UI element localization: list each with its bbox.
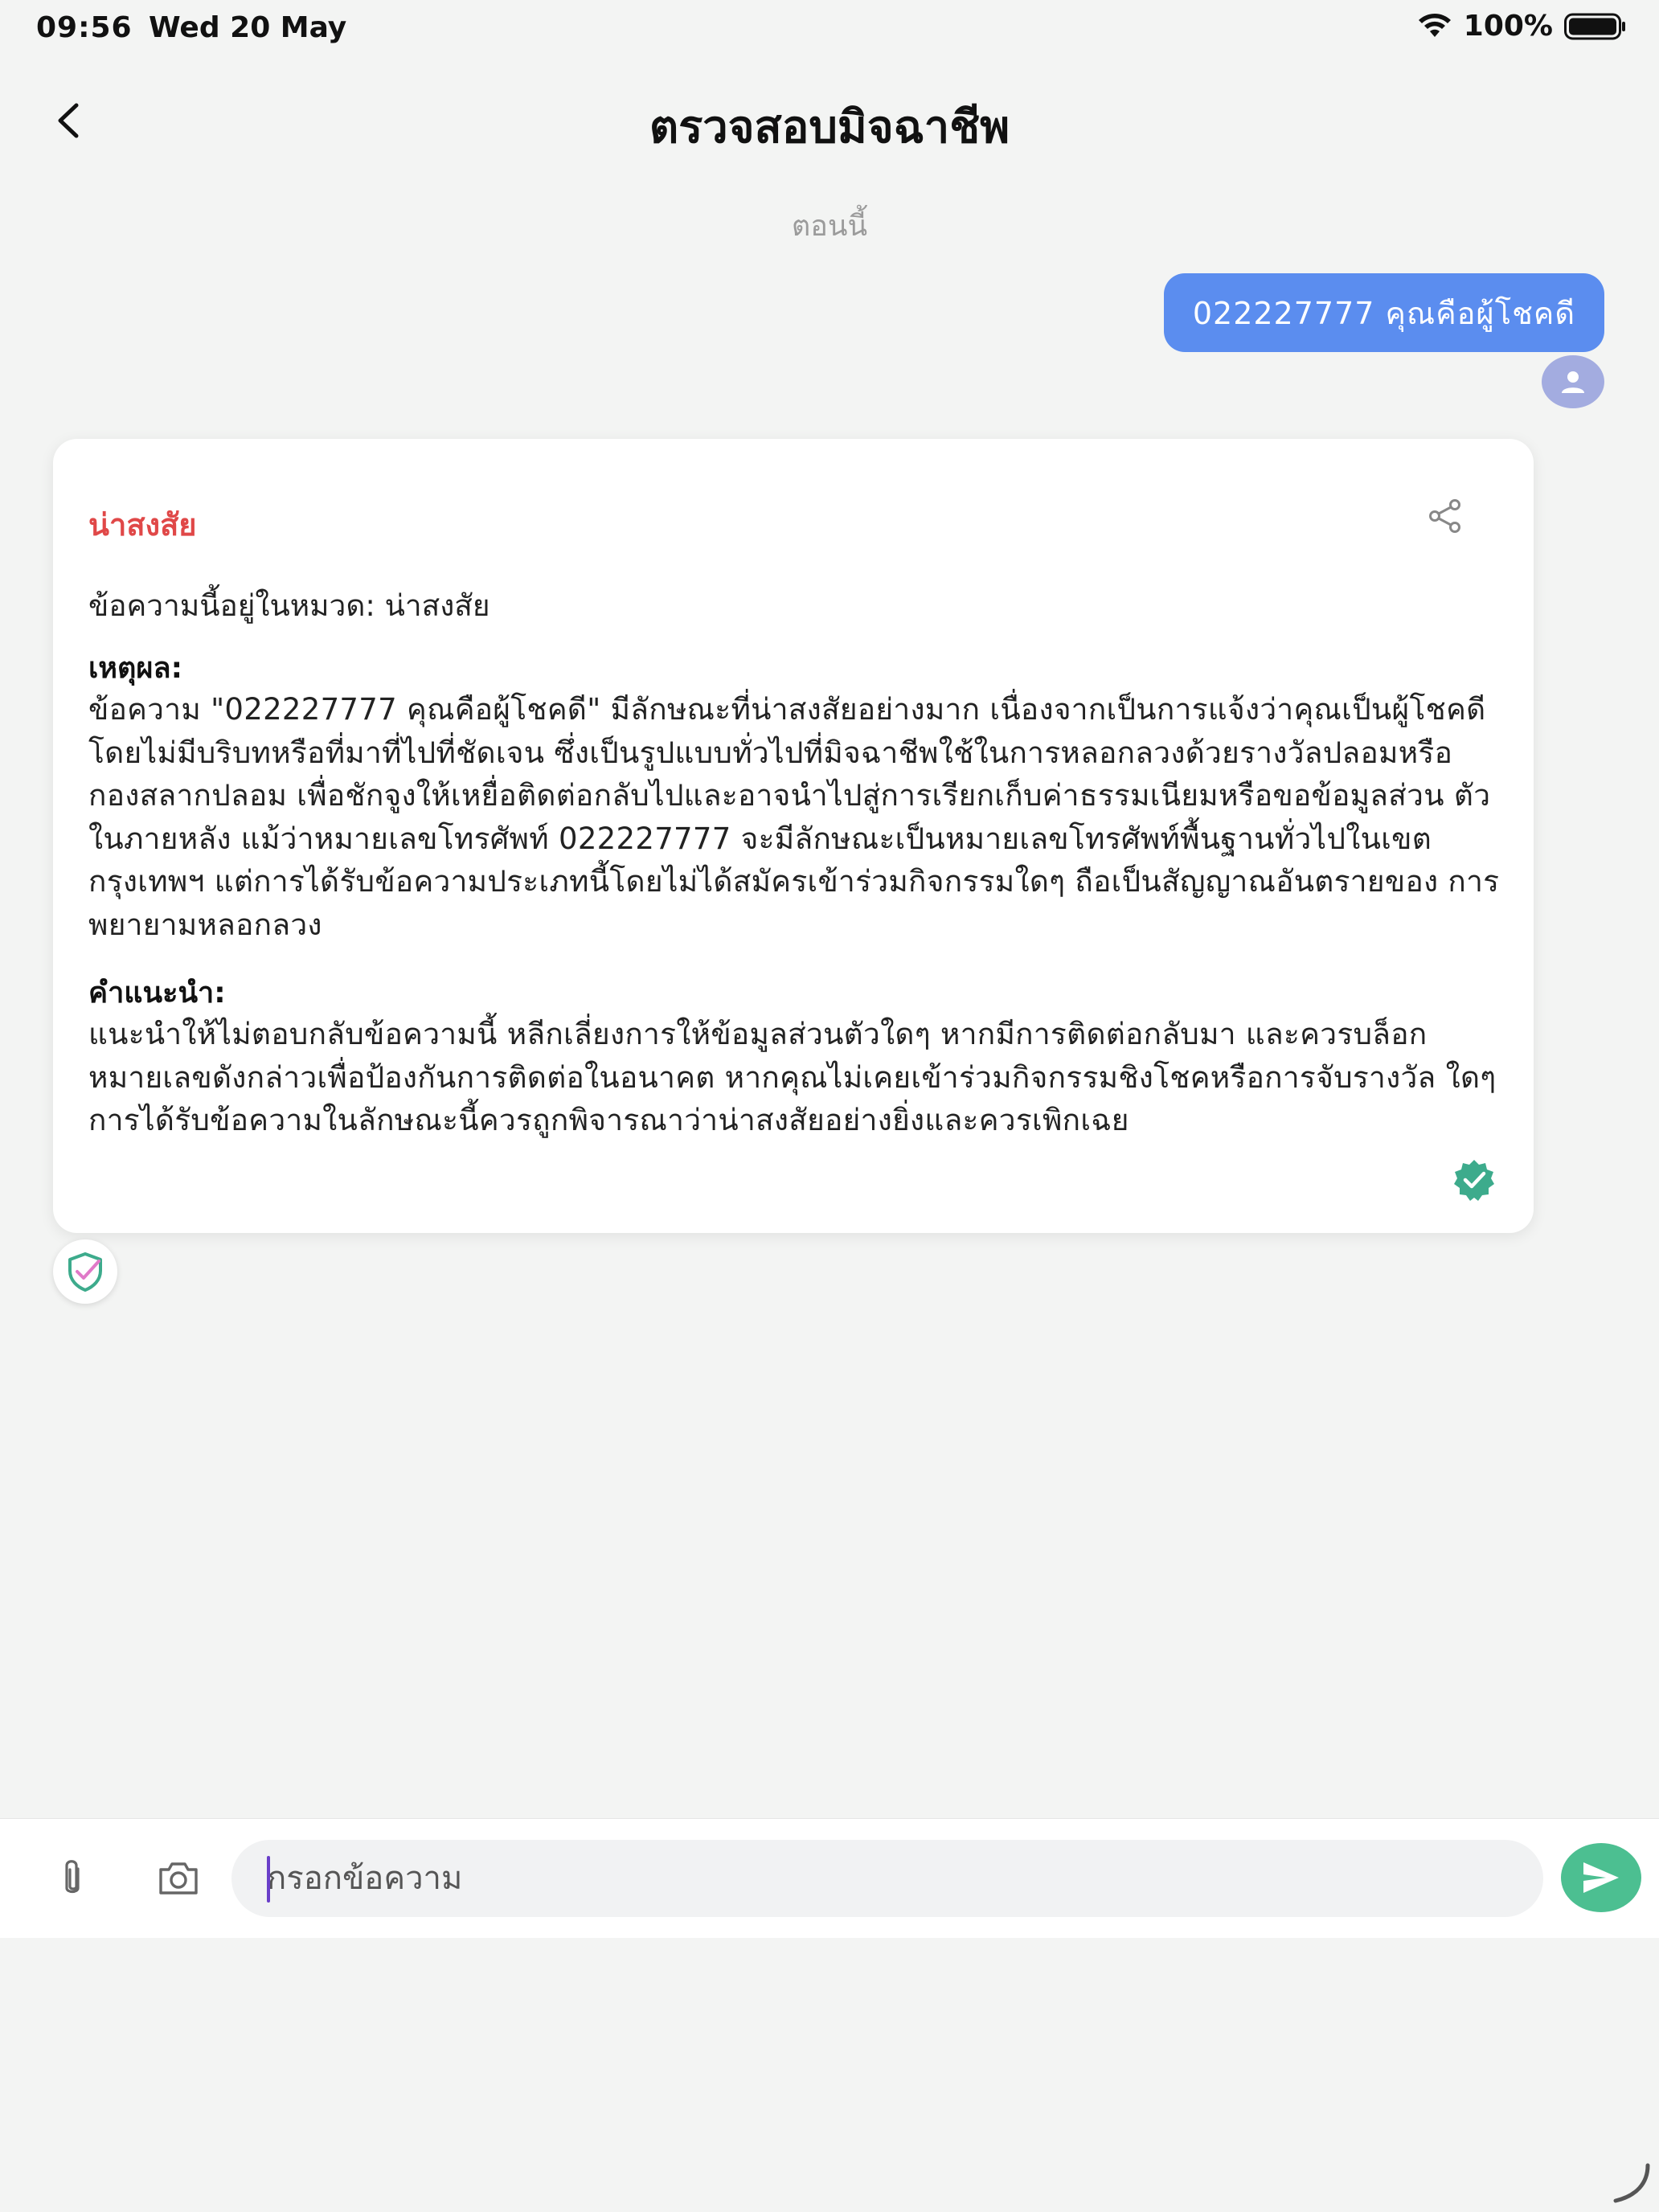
battery-icon [1564,13,1625,39]
user-message-bubble: 022227777 คุณคือผู้โชคดี [1163,273,1604,352]
status-time: 09:56 [36,11,133,44]
text-caret [267,1856,270,1903]
message-input-bar [0,1818,1659,1938]
user-icon [1562,371,1584,393]
message-input[interactable] [231,1840,1543,1917]
paperclip-icon [65,1860,80,1894]
bot-avatar [53,1239,117,1304]
message-timestamp: ตอนนี้ [791,210,868,243]
scam-check-result-card: น่าสงสัย ข้อความนี้อยู่ในหมวด: น่าสงสัย … [53,439,1534,1233]
battery-percentage: 100% [1463,10,1553,43]
wifi-icon [1418,13,1451,37]
send-button[interactable] [1561,1843,1641,1912]
share-icon [1429,499,1460,533]
verdict-label: น่าสงสัย [88,507,197,543]
verified-badge-icon [1454,1160,1494,1201]
user-avatar [1542,355,1604,408]
reason-heading: เหตุผล: [88,652,182,685]
camera-icon [159,1862,198,1895]
share-button[interactable] [1423,494,1468,539]
send-icon [1583,1862,1619,1893]
advice-body: แนะนำให้ไม่ตอบกลับข้อความนี้ หลีกเลี่ยงก… [88,1017,1497,1137]
attach-button[interactable] [48,1853,96,1904]
status-indicators: 100% [1417,10,1627,43]
header: ตรวจสอบมิจฉาชีพ [0,76,1659,165]
camera-button[interactable] [153,1853,204,1904]
shield-check-icon [68,1252,102,1292]
advice-heading: คำแนะนำ: [88,977,226,1010]
reason-body: ข้อความ "022227777 คุณคือผู้โชคดี" มีลัก… [88,692,1500,942]
status-bar: 09:56 Wed 20 May 100% [0,0,1659,64]
status-date: Wed 20 May [149,11,347,44]
category-line: ข้อความนี้อยู่ในหมวด: น่าสงสัย [88,588,490,623]
resize-handle-icon[interactable] [1606,2159,1654,2207]
page-title: ตรวจสอบมิจฉาชีพ [649,101,1010,154]
